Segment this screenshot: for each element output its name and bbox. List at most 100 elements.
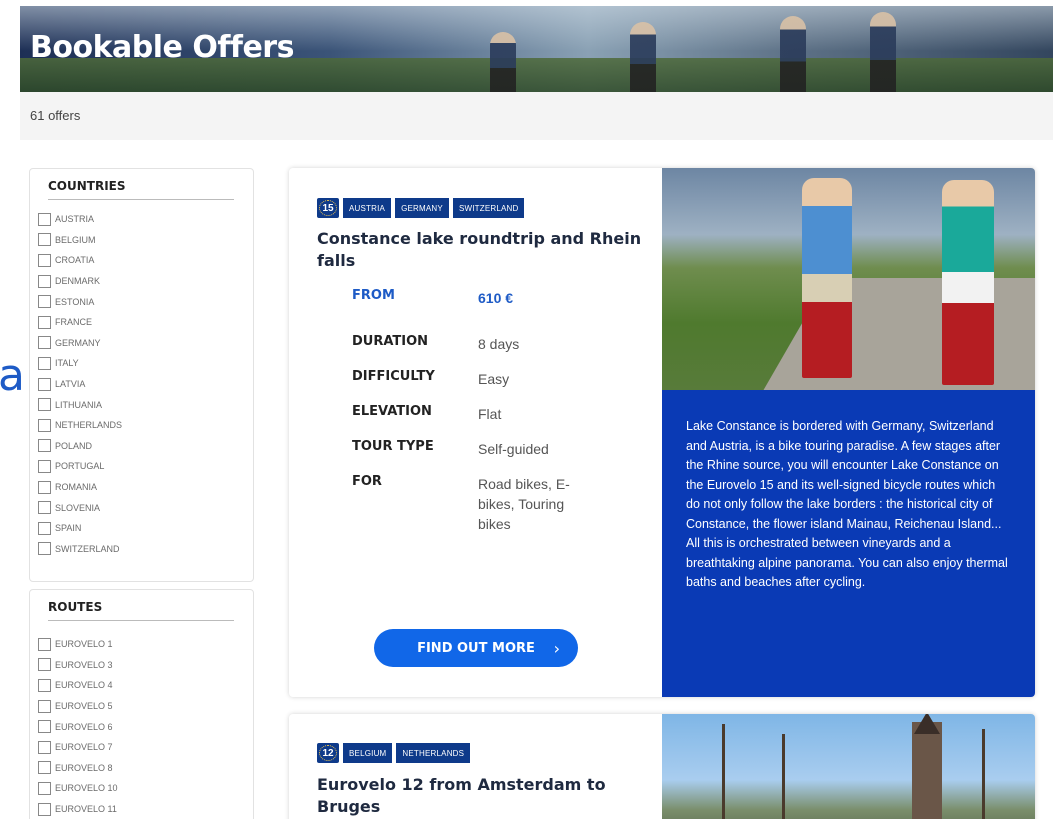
filter-option-label: BELGIUM [55,234,96,245]
offer-card[interactable]: 12 BELGIUM NETHERLANDS Eurovelo 12 from … [289,714,1035,819]
filter-option[interactable]: EUROVELO 5 [38,696,253,717]
filter-option-label: EUROVELO 3 [55,659,113,670]
filter-option-label: EUROVELO 8 [55,762,113,773]
checkbox[interactable] [38,699,51,713]
filter-option-label: EUROVELO 4 [55,680,113,691]
filter-option-label: EUROVELO 1 [55,639,113,650]
checkbox[interactable] [38,521,51,535]
checkbox[interactable] [38,398,51,412]
filter-option[interactable]: EUROVELO 3 [38,655,253,676]
countries-list: AUSTRIA BELGIUM CROATIA DENMARK ESTONIA FRANC… [30,209,253,559]
checkbox[interactable] [38,377,51,391]
filter-option[interactable]: EUROVELO 4 [38,675,253,696]
spec-label: ELEVATION [352,404,432,419]
country-badge[interactable]: SWITZERLAND [452,198,525,218]
photo-church [912,722,942,819]
filter-option-label: SPAIN [55,523,82,534]
filter-option[interactable]: SLOVENIA [38,497,253,518]
filter-option[interactable]: DENMARK [38,271,253,292]
checkbox[interactable] [38,295,51,309]
filter-option[interactable]: LATVIA [38,374,253,395]
routes-filter-title: ROUTES [48,600,234,621]
spec-label: DIFFICULTY [352,369,435,384]
filter-option[interactable]: GERMANY [38,333,253,354]
checkbox[interactable] [38,802,51,816]
checkbox[interactable] [38,720,51,734]
checkbox[interactable] [38,274,51,288]
filter-option[interactable]: EUROVELO 1 [38,634,253,655]
filter-option[interactable]: ITALY [38,353,253,374]
filter-option-label: ITALY [55,358,79,369]
checkbox[interactable] [38,542,51,556]
filter-option[interactable]: EUROVELO 6 [38,716,253,737]
checkbox[interactable] [38,740,51,754]
filter-option-label: EUROVELO 5 [55,701,113,712]
checkbox[interactable] [38,501,51,515]
spec-row: ELEVATION Flat [352,404,588,439]
find-out-more-button[interactable]: FIND OUT MORE › [374,629,578,667]
country-badge[interactable]: BELGIUM [343,743,393,763]
filter-option-label: POLAND [55,440,93,451]
checkbox[interactable] [38,761,51,775]
filter-option[interactable]: NETHERLANDS [38,415,253,436]
filter-option[interactable]: SWITZERLAND [38,539,253,560]
filter-option[interactable]: PORTUGAL [38,456,253,477]
checkbox[interactable] [38,678,51,692]
filter-option[interactable]: CROATIA [38,250,253,271]
spec-row: DURATION 8 days [352,334,588,369]
filter-option-label: LITHUANIA [55,399,103,410]
photo-tree [982,729,985,819]
filter-option[interactable]: EUROVELO 7 [38,737,253,758]
filter-option-label: CROATIA [55,255,95,266]
countries-filter-title: COUNTRIES [48,179,234,200]
hero-cyclist [780,16,806,92]
checkbox[interactable] [38,315,51,329]
checkbox[interactable] [38,212,51,226]
checkbox[interactable] [38,459,51,473]
find-out-more-label: FIND OUT MORE [417,640,535,656]
country-badge[interactable]: GERMANY [395,198,449,218]
filter-option-label: EUROVELO 10 [55,783,118,794]
filter-option[interactable]: AUSTRIA [38,209,253,230]
checkbox[interactable] [38,637,51,651]
filter-option[interactable]: EUROVELO 11 [38,799,253,819]
checkbox[interactable] [38,781,51,795]
hero-cyclist [490,32,516,92]
spec-value: Flat [478,406,502,422]
offer-photo[interactable] [662,168,1035,390]
offer-photo[interactable] [662,714,1035,819]
filter-option[interactable]: POLAND [38,436,253,457]
checkbox[interactable] [38,356,51,370]
checkbox[interactable] [38,233,51,247]
checkbox[interactable] [38,253,51,267]
offer-card[interactable]: 15 AUSTRIA GERMANY SWITZERLAND Constance… [289,168,1035,697]
filter-option-label: SLOVENIA [55,502,101,513]
filter-option-label: ROMANIA [55,482,98,493]
filter-option[interactable]: FRANCE [38,312,253,333]
filter-option[interactable]: ESTONIA [38,291,253,312]
offer-title[interactable]: Constance lake roundtrip and Rhein falls [317,228,647,272]
spec-row: FOR Road bikes, E-bikes, Touring bikes [352,474,588,534]
country-badge[interactable]: NETHERLANDS [396,743,471,763]
filter-option[interactable]: SPAIN [38,518,253,539]
results-bar: 61 offers [20,92,1053,140]
filter-option[interactable]: LITHUANIA [38,394,253,415]
hero-cyclist [630,22,656,92]
filter-option[interactable]: ROMANIA [38,477,253,498]
filter-option[interactable]: BELGIUM [38,230,253,251]
checkbox[interactable] [38,418,51,432]
checkbox[interactable] [38,658,51,672]
countries-filter: COUNTRIES AUSTRIA BELGIUM CROATIA DENMARK ES… [29,168,254,582]
filter-option[interactable]: EUROVELO 8 [38,758,253,779]
filter-option[interactable]: EUROVELO 10 [38,778,253,799]
photo-cyclist [942,180,994,385]
hero-cyclist [870,12,896,92]
spec-label: TOUR TYPE [352,439,434,454]
checkbox[interactable] [38,480,51,494]
checkbox[interactable] [38,336,51,350]
eurovelo-badge: 12 [317,743,339,763]
checkbox[interactable] [38,439,51,453]
spec-row: FROM 610 € [352,288,588,334]
offer-title[interactable]: Eurovelo 12 from Amsterdam to Bruges [317,774,647,818]
country-badge[interactable]: AUSTRIA [343,198,392,218]
